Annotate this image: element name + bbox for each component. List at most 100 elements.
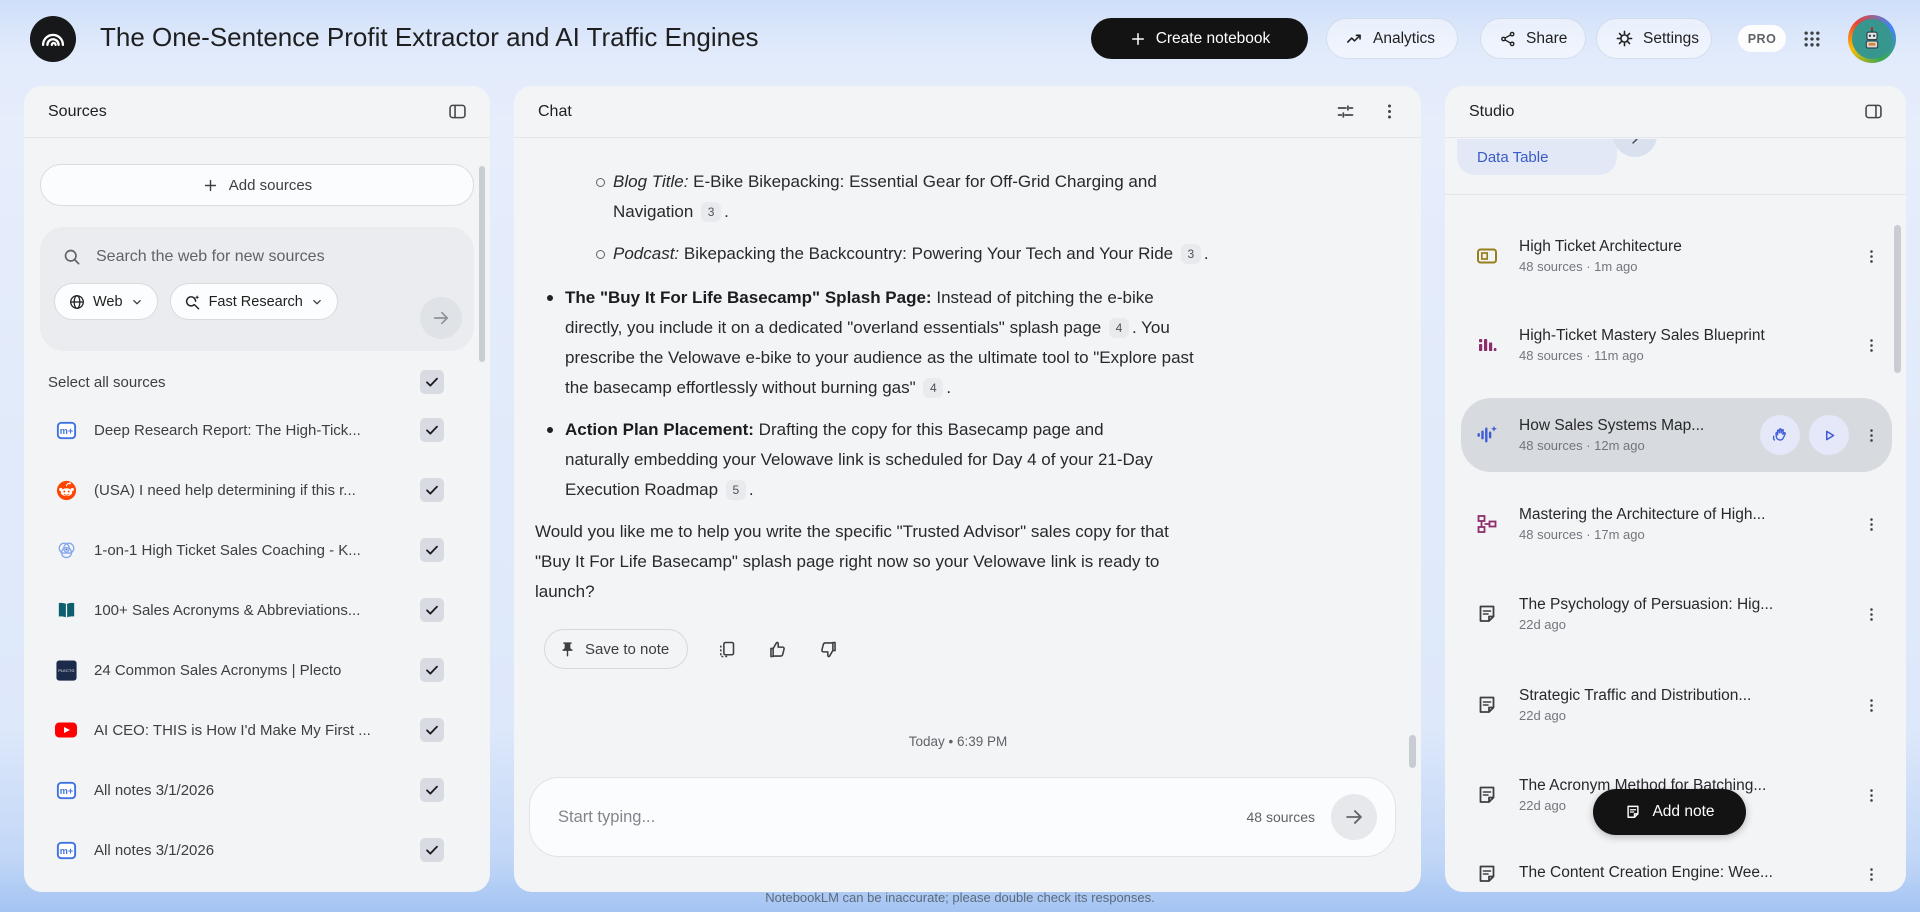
studio-item[interactable]: High-Ticket Mastery Sales Blueprint48 so… xyxy=(1461,321,1892,369)
chat-sub-bullet: Podcast: Bikepacking the Backcountry: Po… xyxy=(596,239,1296,269)
create-notebook-button[interactable]: Create notebook xyxy=(1091,18,1308,59)
analytics-button[interactable]: Analytics xyxy=(1326,18,1458,59)
thumbs-up-icon[interactable] xyxy=(765,637,790,662)
note-source-icon: m+ xyxy=(54,418,78,442)
source-row[interactable]: (USA) I need help determining if this r.… xyxy=(24,466,490,514)
sources-panel: Sources Add sources Web Fast Research xyxy=(24,86,490,892)
note-source-icon: m+ xyxy=(54,838,78,862)
item-menu-icon[interactable] xyxy=(1859,602,1884,627)
disclaimer-text: NotebookLM can be inaccurate; please dou… xyxy=(0,882,1920,912)
source-checkbox[interactable] xyxy=(420,478,444,502)
plus-icon xyxy=(1129,30,1147,48)
sources-scrollbar[interactable] xyxy=(479,166,485,362)
citation-chip[interactable]: 4 xyxy=(923,378,943,398)
studio-item[interactable]: The Psychology of Persuasion: Hig...22d … xyxy=(1461,590,1892,638)
search-input[interactable] xyxy=(96,248,426,266)
source-row[interactable]: 100+ Sales Acronyms & Abbreviations... xyxy=(24,586,490,634)
studio-item[interactable]: Mastering the Architecture of High...48 … xyxy=(1461,500,1892,548)
chat-scrollbar[interactable] xyxy=(1409,735,1416,768)
web-source-icon xyxy=(54,538,78,562)
item-menu-icon[interactable] xyxy=(1859,333,1884,358)
chat-sub-bullet: Blog Title: E-Bike Bikepacking: Essentia… xyxy=(596,167,1196,227)
chat-panel-title: Chat xyxy=(538,103,572,121)
source-checkbox[interactable] xyxy=(420,718,444,742)
item-menu-icon[interactable] xyxy=(1859,693,1884,718)
source-checkbox[interactable] xyxy=(420,538,444,562)
share-button[interactable]: Share xyxy=(1480,18,1586,59)
chevron-down-icon xyxy=(130,295,144,309)
citation-chip[interactable]: 4 xyxy=(1109,318,1129,338)
studio-divider xyxy=(1445,194,1906,195)
chat-input-bar: 48 sources xyxy=(529,777,1396,857)
note-source-icon: m+ xyxy=(54,778,78,802)
chat-settings-sliders-icon[interactable] xyxy=(1331,97,1360,126)
interactive-mode-hand-icon[interactable] xyxy=(1760,415,1800,455)
gear-icon xyxy=(1615,29,1634,48)
studio-item[interactable]: High Ticket Architecture48 sources · 1m … xyxy=(1461,232,1892,280)
research-mode-chip[interactable]: Fast Research xyxy=(170,283,338,320)
studio-scroll-area: Data Table High Ticket Architecture48 so… xyxy=(1445,139,1906,892)
copy-icon[interactable] xyxy=(714,637,739,662)
submit-search-button[interactable] xyxy=(420,297,462,339)
source-checkbox[interactable] xyxy=(420,838,444,862)
audio-waveform-icon xyxy=(1475,423,1499,447)
chat-bullet: Action Plan Placement: Drafting the copy… xyxy=(547,415,1172,505)
save-to-note-button[interactable]: Save to note xyxy=(544,629,688,669)
play-icon[interactable] xyxy=(1809,415,1849,455)
chat-timestamp: Today • 6:39 PM xyxy=(535,727,1381,757)
source-row[interactable]: m+ Deep Research Report: The High-Tick..… xyxy=(24,406,490,454)
data-table-open-arrow-icon[interactable] xyxy=(1613,139,1657,157)
sources-count-label: 48 sources xyxy=(1247,809,1315,825)
share-icon xyxy=(1499,30,1517,48)
collapse-sources-panel-icon[interactable] xyxy=(443,97,472,126)
item-menu-icon[interactable] xyxy=(1859,423,1884,448)
collapse-studio-panel-icon[interactable] xyxy=(1859,97,1888,126)
globe-icon xyxy=(68,293,86,311)
sources-list: m+ Deep Research Report: The High-Tick..… xyxy=(24,406,490,874)
add-note-button[interactable]: Add note xyxy=(1593,789,1746,835)
source-checkbox[interactable] xyxy=(420,418,444,442)
source-checkbox[interactable] xyxy=(420,778,444,802)
source-row[interactable]: m+ All notes 3/1/2026 xyxy=(24,766,490,814)
item-menu-icon[interactable] xyxy=(1859,244,1884,269)
google-apps-grid-icon[interactable] xyxy=(1798,25,1826,53)
thumbs-down-icon[interactable] xyxy=(816,637,841,662)
add-sources-button[interactable]: Add sources xyxy=(40,164,474,206)
source-checkbox[interactable] xyxy=(420,598,444,622)
item-menu-icon[interactable] xyxy=(1859,783,1884,808)
source-row[interactable]: m+ All notes 3/1/2026 xyxy=(24,826,490,874)
studio-scrollbar[interactable] xyxy=(1894,225,1901,373)
source-row[interactable]: AI CEO: THIS is How I'd Make My First ..… xyxy=(24,706,490,754)
notebooklm-logo-icon[interactable] xyxy=(30,16,76,62)
youtube-icon xyxy=(54,718,78,742)
chat-panel: Chat Blog Title: E-Bike Bikepacking: Ess… xyxy=(514,86,1421,892)
plecto-icon: PLECTO xyxy=(54,658,78,682)
send-button[interactable] xyxy=(1331,794,1377,840)
chat-more-menu-icon[interactable] xyxy=(1376,98,1403,125)
chat-text-input[interactable] xyxy=(558,808,1247,827)
source-row[interactable]: 1-on-1 High Ticket Sales Coaching - K... xyxy=(24,526,490,574)
account-avatar[interactable] xyxy=(1848,15,1896,63)
source-row[interactable]: PLECTO 24 Common Sales Acronyms | Plecto xyxy=(24,646,490,694)
note-icon xyxy=(1624,803,1642,821)
settings-button[interactable]: Settings xyxy=(1596,18,1712,59)
pro-badge: PRO xyxy=(1738,25,1786,52)
studio-item[interactable]: Strategic Traffic and Distribution...22d… xyxy=(1461,681,1892,729)
select-all-checkbox[interactable] xyxy=(420,370,444,394)
chat-closing-question: Would you like me to help you write the … xyxy=(535,517,1195,607)
note-icon xyxy=(1475,602,1499,626)
pin-icon xyxy=(559,641,576,658)
sources-panel-title: Sources xyxy=(48,103,107,121)
citation-chip[interactable]: 3 xyxy=(1181,244,1201,264)
flowchart-icon xyxy=(1475,512,1499,536)
table-frame-icon xyxy=(1475,244,1499,268)
citation-chip[interactable]: 3 xyxy=(701,202,721,222)
studio-item-selected[interactable]: How Sales Systems Map...48 sources · 12m… xyxy=(1461,398,1892,472)
item-menu-icon[interactable] xyxy=(1859,512,1884,537)
studio-panel-title: Studio xyxy=(1469,103,1514,121)
web-filter-chip[interactable]: Web xyxy=(54,283,158,320)
data-table-chip[interactable]: Data Table xyxy=(1457,139,1617,175)
citation-chip[interactable]: 5 xyxy=(726,480,746,500)
source-checkbox[interactable] xyxy=(420,658,444,682)
notebook-title[interactable]: The One-Sentence Profit Extractor and AI… xyxy=(100,22,759,53)
